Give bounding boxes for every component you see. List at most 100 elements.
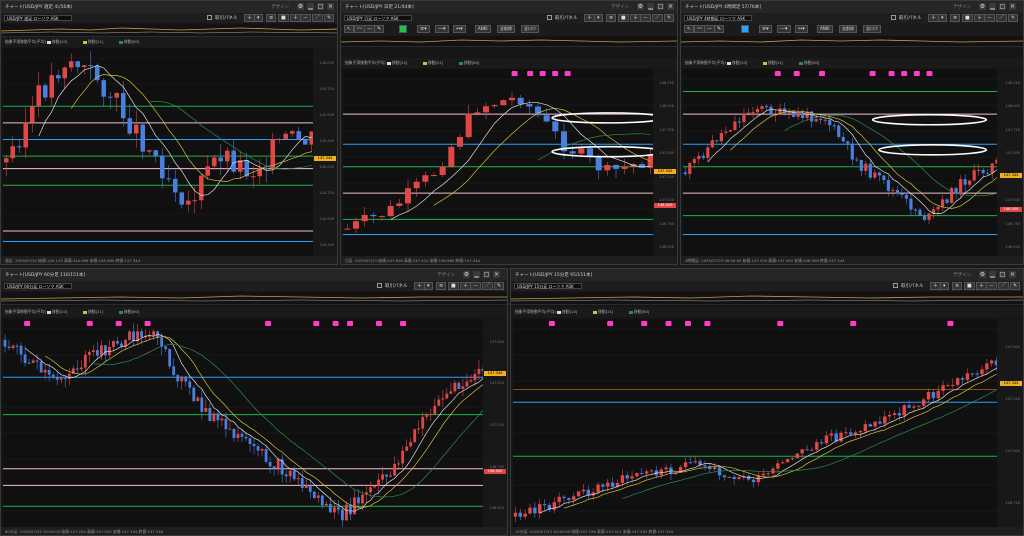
dropdown-button[interactable]: ▾ xyxy=(424,282,433,290)
close-icon[interactable]: × xyxy=(1009,3,1016,10)
arrow-select[interactable]: ↔▾ xyxy=(795,25,808,33)
draw-icon[interactable]: ／ xyxy=(652,14,664,22)
sym-button[interactable]: ANKI xyxy=(817,25,833,33)
sym-button[interactable]: ANKI xyxy=(475,25,491,33)
style-select[interactable]: —▾ xyxy=(777,25,791,33)
design-label[interactable]: デザイン xyxy=(953,272,971,278)
maximize-icon[interactable]: □ xyxy=(999,3,1006,10)
symbol-select[interactable]: USD/JPY 4時間足 ローソク ASK xyxy=(684,15,752,21)
candle-body xyxy=(644,471,649,474)
design-label[interactable]: デザイン xyxy=(271,4,289,10)
dropdown-button[interactable]: ▾ xyxy=(938,14,947,22)
reset-button[interactable]: 全ロウ xyxy=(521,25,539,33)
overview-strip[interactable] xyxy=(511,292,1023,305)
overview-strip[interactable] xyxy=(341,36,677,47)
dropdown-button[interactable]: ▾ xyxy=(254,14,263,22)
color-icon[interactable]: ■ xyxy=(448,282,459,290)
settings-icon[interactable]: ✎ xyxy=(1008,14,1019,22)
delete-all-button[interactable]: 全削除 xyxy=(497,25,515,33)
draw-icon[interactable]: ／ xyxy=(482,282,494,290)
close-icon[interactable]: × xyxy=(327,3,334,10)
color-icon[interactable]: ■ xyxy=(278,14,289,22)
chart-plot[interactable] xyxy=(3,48,315,256)
close-icon[interactable]: × xyxy=(1009,271,1016,278)
chart-plot[interactable] xyxy=(3,319,485,527)
zoom-out-icon[interactable]: － xyxy=(640,14,652,22)
dropdown-button[interactable]: ▾ xyxy=(940,282,949,290)
minimize-icon[interactable]: ▁ xyxy=(473,271,480,278)
symbol-select[interactable]: USD/JPY 60分足 ローソク ASK xyxy=(4,283,72,289)
maximize-icon[interactable]: □ xyxy=(483,271,490,278)
price-axis[interactable]: 148.250148.000147.750147.500147.250147.0… xyxy=(653,69,677,257)
reset-button[interactable]: 全ロウ xyxy=(863,25,881,33)
color-swatch[interactable] xyxy=(399,25,407,33)
color-icon[interactable]: ■ xyxy=(962,14,973,22)
settings-icon[interactable]: ✎ xyxy=(494,282,505,290)
zoom-out-icon[interactable]: － xyxy=(300,14,312,22)
arrow-select[interactable]: ↔▾ xyxy=(453,25,466,33)
delete-all-button[interactable]: 全削除 xyxy=(839,25,857,33)
trade-panel-checkbox[interactable] xyxy=(377,283,382,288)
price-axis[interactable]: 146.000 145.750 145.500 145.250 145.000 144.7… xyxy=(313,48,337,256)
pointer-icon[interactable]: ↖ xyxy=(684,25,695,33)
draw-icon[interactable]: ／ xyxy=(996,14,1008,22)
trade-panel-checkbox[interactable] xyxy=(893,283,898,288)
zoom-out-icon[interactable]: － xyxy=(984,14,996,22)
maximize-icon[interactable]: □ xyxy=(999,271,1006,278)
pen-icon[interactable]: ✎ xyxy=(374,25,385,33)
price-axis[interactable]: 148.250148.000147.750147.500147.250147.0… xyxy=(997,69,1023,257)
color-icon[interactable]: ■ xyxy=(964,282,975,290)
trade-panel-checkbox[interactable] xyxy=(891,15,896,20)
draw-icon[interactable]: ／ xyxy=(312,14,324,22)
close-icon[interactable]: × xyxy=(493,271,500,278)
dropdown-button[interactable]: ▾ xyxy=(594,14,603,22)
symbol-select[interactable]: USD/JPY 15分足 ローソク ASK xyxy=(514,283,582,289)
color-swatch[interactable] xyxy=(741,25,749,33)
symbol-select[interactable]: USD/JPY 日足 ローソク ASK xyxy=(344,15,412,21)
design-label[interactable]: デザイン xyxy=(611,4,629,10)
price-axis[interactable]: 147.500 147.250 147.000 146.750 146.500 147.3… xyxy=(483,319,507,527)
design-label[interactable]: デザイン xyxy=(953,4,971,10)
gear-icon[interactable]: ⚙ xyxy=(463,271,470,278)
width-select[interactable]: ≡▾ xyxy=(417,25,430,33)
zoom-out-icon[interactable]: － xyxy=(986,282,998,290)
settings-icon[interactable]: ✎ xyxy=(324,14,335,22)
price-axis[interactable]: 147.500 147.250 147.000 146.750 147.344 xyxy=(997,319,1023,527)
minimize-icon[interactable]: ▁ xyxy=(647,3,654,10)
gear-icon[interactable]: ⚙ xyxy=(637,3,644,10)
gear-icon[interactable]: ⚙ xyxy=(297,3,304,10)
symbol-select[interactable]: USD/JPY 週足 ローソク ASK xyxy=(4,15,72,21)
gear-icon[interactable]: ⚙ xyxy=(979,3,986,10)
bars-icon[interactable]: ≡ xyxy=(606,14,617,22)
minimize-icon[interactable]: ▁ xyxy=(989,3,996,10)
trade-panel-checkbox[interactable] xyxy=(547,15,552,20)
style-select[interactable]: —▾ xyxy=(435,25,449,33)
overview-strip[interactable] xyxy=(1,24,337,37)
bars-icon[interactable]: ≡ xyxy=(436,282,447,290)
chart-plot[interactable] xyxy=(683,69,999,257)
color-icon[interactable]: ■ xyxy=(618,14,629,22)
bars-icon[interactable]: ≡ xyxy=(952,282,963,290)
minimize-icon[interactable]: ▁ xyxy=(307,3,314,10)
settings-icon[interactable]: ✎ xyxy=(664,14,675,22)
minimize-icon[interactable]: ▁ xyxy=(989,271,996,278)
bars-icon[interactable]: ≡ xyxy=(950,14,961,22)
overview-strip[interactable] xyxy=(681,36,1023,47)
design-label[interactable]: デザイン xyxy=(437,272,455,278)
close-icon[interactable]: × xyxy=(667,3,674,10)
maximize-icon[interactable]: □ xyxy=(317,3,324,10)
draw-icon[interactable]: ／ xyxy=(998,282,1010,290)
maximize-icon[interactable]: □ xyxy=(657,3,664,10)
trade-panel-checkbox[interactable] xyxy=(207,15,212,20)
zoom-out-icon[interactable]: － xyxy=(470,282,482,290)
chart-plot[interactable] xyxy=(343,69,655,257)
candle-body xyxy=(457,382,461,389)
width-select[interactable]: ≡▾ xyxy=(759,25,772,33)
gear-icon[interactable]: ⚙ xyxy=(979,271,986,278)
bars-icon[interactable]: ≡ xyxy=(266,14,277,22)
chart-plot[interactable] xyxy=(513,319,999,527)
pointer-icon[interactable]: ↖ xyxy=(344,25,355,33)
settings-icon[interactable]: ✎ xyxy=(1010,282,1021,290)
pen-icon[interactable]: ✎ xyxy=(714,25,725,33)
overview-strip[interactable] xyxy=(1,292,507,305)
